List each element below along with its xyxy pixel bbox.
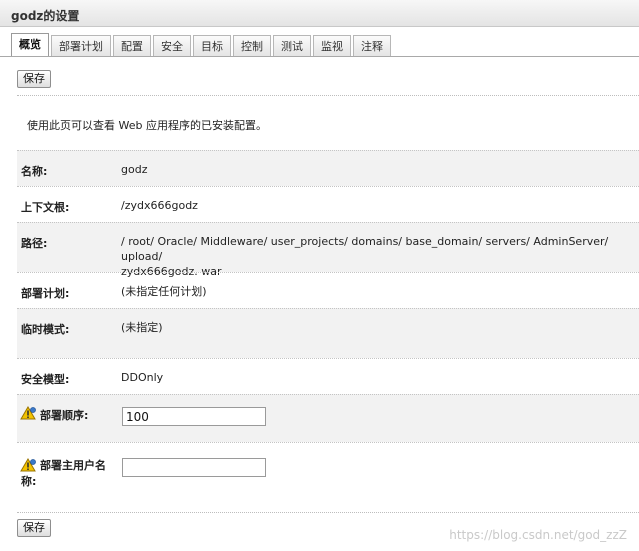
tab-control[interactable]: 控制 — [233, 35, 271, 57]
security-model-label: 安全模型: — [21, 373, 70, 386]
principal-name-input[interactable] — [122, 458, 266, 477]
row-staging-mode: 临时模式: (未指定) — [17, 308, 639, 358]
principal-name-label-line1: 部署主用户名 — [40, 459, 106, 472]
context-root-label: 上下文根: — [21, 201, 70, 214]
divider — [17, 512, 639, 513]
deployment-plan-label: 部署计划: — [21, 287, 70, 300]
page-title: godz的设置 — [11, 9, 80, 23]
principal-name-label: 部署主用户名 称: — [21, 458, 106, 490]
context-root-value: /zydx666godz — [121, 199, 198, 212]
tab-divider — [0, 56, 639, 57]
tab-targets[interactable]: 目标 — [193, 35, 231, 57]
row-deployment-order: 部署顺序: — [17, 394, 639, 442]
row-name: 名称: godz — [17, 150, 639, 186]
row-security-model: 安全模型: DDOnly — [17, 358, 639, 394]
row-deployment-plan: 部署计划: (未指定任何计划) — [17, 272, 639, 308]
tab-configuration[interactable]: 配置 — [113, 35, 151, 57]
deployment-plan-value: (未指定任何计划) — [121, 285, 207, 298]
principal-name-label-line2: 称: — [21, 475, 37, 488]
tab-overview[interactable]: 概览 — [11, 33, 49, 57]
save-button-top[interactable]: 保存 — [17, 70, 51, 88]
security-model-value: DDOnly — [121, 371, 164, 384]
path-label: 路径: — [21, 237, 48, 250]
deployment-order-input[interactable] — [122, 407, 266, 426]
tab-bar: 概览 部署计划 配置 安全 目标 控制 测试 监视 注释 — [11, 33, 393, 57]
tab-testing[interactable]: 测试 — [273, 35, 311, 57]
row-principal-name: 部署主用户名 称: — [17, 442, 639, 512]
settings-page: godz的设置 概览 部署计划 配置 安全 目标 控制 测试 监视 注释 保存 … — [0, 0, 639, 551]
row-context-root: 上下文根: /zydx666godz — [17, 186, 639, 222]
title-bar: godz的设置 — [0, 0, 639, 27]
staging-mode-label: 临时模式: — [21, 323, 70, 336]
page-description: 使用此页可以查看 Web 应用程序的已安装配置。 — [27, 119, 267, 132]
divider — [17, 95, 639, 96]
staging-mode-value: (未指定) — [121, 321, 163, 334]
name-value: godz — [121, 163, 148, 176]
tab-monitoring[interactable]: 监视 — [313, 35, 351, 57]
row-path: 路径: / root/ Oracle/ Middleware/ user_pro… — [17, 222, 639, 278]
tab-deployment-plan[interactable]: 部署计划 — [51, 35, 111, 57]
path-value-line1: / root/ Oracle/ Middleware/ user_project… — [121, 235, 609, 263]
tab-security[interactable]: 安全 — [153, 35, 191, 57]
deployment-order-label: 部署顺序: — [40, 409, 89, 422]
watermark-text: https://blog.csdn.net/god_zzZ — [449, 528, 627, 542]
tab-notes[interactable]: 注释 — [353, 35, 391, 57]
name-label: 名称: — [21, 165, 48, 178]
save-button-bottom[interactable]: 保存 — [17, 519, 51, 537]
warning-icon — [20, 406, 36, 420]
